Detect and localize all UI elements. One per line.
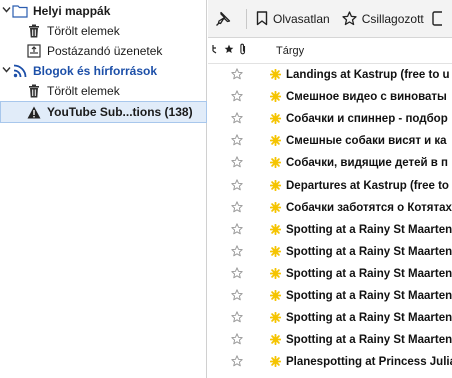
feed-item-icon bbox=[269, 201, 282, 216]
feed-item-icon bbox=[269, 68, 282, 83]
folder-local-folders[interactable]: Helyi mappák bbox=[0, 1, 207, 21]
message-row[interactable]: Landings at Kastrup (free to u bbox=[208, 65, 452, 87]
quick-filter-toolbar: Olvasatlan Csillagozott bbox=[208, 0, 452, 38]
star-toggle-icon[interactable] bbox=[231, 178, 243, 194]
rss-icon bbox=[12, 63, 28, 79]
folder-outbox[interactable]: Postázandó üzenetek bbox=[0, 41, 207, 61]
chevron-down-icon[interactable] bbox=[0, 5, 12, 17]
star-toggle-icon[interactable] bbox=[231, 245, 243, 260]
star-column-icon[interactable] bbox=[222, 44, 236, 57]
folder-label: Törölt elemek bbox=[47, 84, 120, 98]
unread-icon bbox=[256, 11, 268, 26]
warning-icon bbox=[26, 104, 42, 120]
feed-item-icon bbox=[269, 289, 282, 304]
message-subject: Смешное видео с виноваты bbox=[286, 91, 447, 104]
folder-label: Helyi mappák bbox=[33, 4, 111, 18]
message-row[interactable]: Собачки, видящие детей в п bbox=[208, 153, 452, 175]
starred-filter-button[interactable]: Csillagozott bbox=[336, 6, 430, 32]
contact-filter-button[interactable] bbox=[430, 6, 449, 32]
message-row[interactable]: Spotting at a Rainy St Maarten bbox=[208, 220, 452, 242]
folder-label: Törölt elemek bbox=[47, 24, 120, 38]
message-subject: Planespotting at Princess Julia bbox=[286, 356, 452, 369]
message-subject: Landings at Kastrup (free to u bbox=[286, 69, 450, 81]
chevron-down-icon[interactable] bbox=[0, 65, 12, 77]
toolbar-separator bbox=[246, 8, 247, 29]
message-row[interactable]: Spotting at a Rainy St Maarten bbox=[208, 242, 452, 264]
column-header: Tárgy bbox=[208, 38, 452, 64]
star-toggle-icon[interactable] bbox=[231, 68, 243, 83]
message-row[interactable]: Planespotting at Princess Julia bbox=[208, 352, 452, 374]
feed-item-icon bbox=[269, 356, 282, 370]
message-row[interactable]: Spotting at a Rainy St Maarten bbox=[208, 330, 452, 352]
message-subject: Spotting at a Rainy St Maarten bbox=[286, 312, 452, 325]
pin-filter-button[interactable] bbox=[208, 6, 243, 32]
feed-item-icon bbox=[269, 179, 282, 194]
folder-feeds-trash[interactable]: Törölt elemek bbox=[0, 81, 207, 101]
message-subject: Собачки заботятся о Котятах bbox=[286, 201, 452, 214]
star-toggle-icon[interactable] bbox=[231, 134, 243, 149]
star-toggle-icon[interactable] bbox=[231, 355, 243, 370]
message-row[interactable]: Departures at Kastrup (free to bbox=[208, 176, 452, 198]
unread-filter-button[interactable]: Olvasatlan bbox=[250, 6, 336, 32]
star-toggle-icon[interactable] bbox=[231, 333, 243, 348]
message-row[interactable]: Собачки и спиннер - подбор bbox=[208, 109, 452, 131]
feed-item-icon bbox=[269, 334, 282, 348]
star-toggle-icon[interactable] bbox=[231, 267, 243, 282]
star-toggle-icon[interactable] bbox=[231, 289, 243, 304]
star-toggle-icon[interactable] bbox=[231, 200, 243, 216]
message-row[interactable]: Spotting at a Rainy St Maarten bbox=[208, 308, 452, 330]
star-toggle-icon[interactable] bbox=[231, 156, 243, 171]
outbox-icon bbox=[26, 43, 42, 59]
trash-icon bbox=[26, 83, 42, 99]
folder-youtube-feed[interactable]: YouTube Sub...tions (138) bbox=[0, 101, 207, 123]
message-subject: Собачки и спиннер - подбор bbox=[286, 113, 448, 126]
message-row[interactable]: Spotting at a Rainy St Maarten bbox=[208, 286, 452, 308]
message-pane: Olvasatlan Csillagozott Tárgy Landings a… bbox=[208, 0, 452, 378]
feed-item-icon bbox=[269, 113, 282, 127]
folder-label: Blogok és hírforrások bbox=[33, 64, 158, 78]
folder-feeds-account[interactable]: Blogok és hírforrások bbox=[0, 61, 207, 81]
message-row[interactable]: Собачки заботятся о Котятах bbox=[208, 198, 452, 220]
message-subject: Spotting at a Rainy St Maarten bbox=[286, 245, 452, 258]
feed-item-icon bbox=[269, 223, 282, 238]
feed-item-icon bbox=[269, 135, 282, 149]
feed-item-icon bbox=[269, 245, 282, 260]
message-row[interactable]: Смешное видео с виноваты bbox=[208, 87, 452, 109]
message-subject: Departures at Kastrup (free to bbox=[286, 179, 449, 192]
starred-filter-label: Csillagozott bbox=[361, 11, 424, 26]
star-toggle-icon[interactable] bbox=[231, 90, 243, 105]
feed-item-icon bbox=[269, 267, 282, 282]
feed-item-icon bbox=[269, 90, 282, 105]
message-subject: Spotting at a Rainy St Maarten bbox=[286, 290, 452, 302]
folder-label: Postázandó üzenetek bbox=[47, 44, 163, 58]
message-row[interactable]: Spotting at a Rainy St Maarten bbox=[208, 264, 452, 286]
star-toggle-icon[interactable] bbox=[231, 112, 243, 127]
feed-item-icon bbox=[269, 157, 282, 171]
star-toggle-icon[interactable] bbox=[231, 311, 243, 326]
unread-filter-label: Olvasatlan bbox=[273, 11, 330, 26]
star-icon bbox=[342, 11, 357, 26]
message-subject: Spotting at a Rainy St Maarten bbox=[286, 223, 452, 236]
folder-icon bbox=[12, 3, 28, 19]
message-subject: Spotting at a Rainy St Maarten bbox=[286, 334, 452, 347]
message-row[interactable]: Смешные собаки висят и ка bbox=[208, 131, 452, 153]
message-subject: Смешные собаки висят и ка bbox=[286, 135, 447, 148]
feed-item-icon bbox=[269, 311, 282, 326]
folder-local-trash[interactable]: Törölt elemek bbox=[0, 21, 207, 41]
pin-icon bbox=[216, 11, 231, 26]
attachment-column-icon[interactable] bbox=[236, 43, 250, 58]
thread-column-icon[interactable] bbox=[208, 44, 222, 57]
subject-column-header[interactable]: Tárgy bbox=[250, 45, 304, 57]
folder-pane: Helyi mappák Törölt elemek Postázandó üz… bbox=[0, 0, 207, 378]
star-toggle-icon[interactable] bbox=[231, 223, 243, 238]
folder-label: YouTube Sub...tions (138) bbox=[47, 105, 193, 119]
message-subject: Spotting at a Rainy St Maarten bbox=[286, 267, 452, 280]
message-subject: Собачки, видящие детей в п bbox=[286, 157, 448, 170]
contact-icon bbox=[432, 11, 442, 26]
trash-icon bbox=[26, 23, 42, 39]
